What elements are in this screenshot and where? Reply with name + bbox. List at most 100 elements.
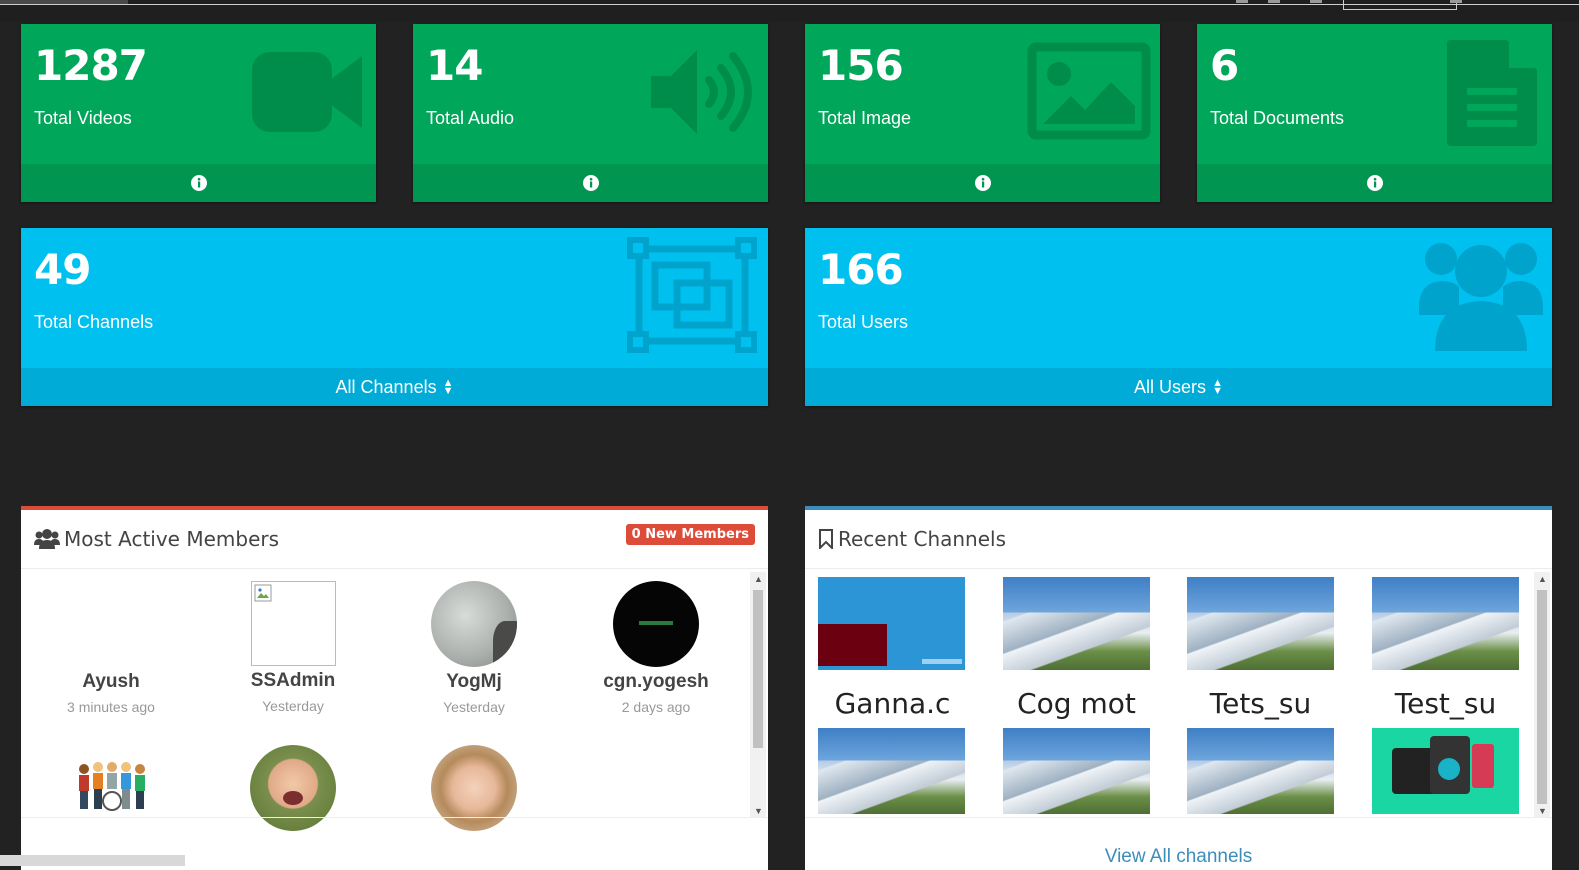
channel-name[interactable]: Cog mot — [989, 687, 1164, 720]
sort-caret-icon: ▲ ▼ — [1212, 377, 1223, 397]
users-label: Total Users — [818, 312, 909, 332]
broken-image-avatar — [250, 581, 336, 666]
member-card[interactable]: SSAdmin Yesterday — [213, 581, 373, 714]
member-name[interactable]: SSAdmin — [213, 670, 373, 692]
stat-card-channels: 49 Total Channels All Channels ▲ ▼ — [21, 228, 768, 406]
members-scrollbar[interactable]: ▲ ▼ — [750, 572, 766, 818]
avatar — [68, 581, 154, 667]
channels-panel-title: Recent Channels — [838, 527, 1007, 551]
panel-divider — [805, 817, 1552, 818]
images-count: 156 — [818, 41, 904, 90]
avatar — [431, 745, 517, 831]
stat-card-documents: 6 Total Documents — [1197, 24, 1552, 202]
stat-card-users: 166 Total Users All Users ▲ ▼ — [805, 228, 1552, 406]
documents-count: 6 — [1210, 41, 1239, 90]
channel-thumbnail[interactable] — [1187, 728, 1334, 814]
documents-label: Total Documents — [1210, 108, 1345, 128]
member-last-active: Yesterday — [262, 698, 324, 714]
toolbar-field[interactable] — [1343, 0, 1457, 10]
channel-thumbnail[interactable] — [1187, 577, 1334, 670]
member-card[interactable]: Ayush 3 minutes ago — [31, 581, 191, 715]
channels-scrollbar[interactable]: ▲ ▼ — [1534, 572, 1550, 818]
channel-name[interactable]: Test_su — [1358, 687, 1533, 720]
panel-divider — [21, 817, 768, 818]
all-users-link[interactable]: All Users ▲ ▼ — [805, 368, 1552, 406]
member-name[interactable]: YogMj — [394, 671, 554, 693]
members-panel: Most Active Members 0 New Members Ayush … — [21, 506, 768, 870]
audio-info-footer[interactable] — [413, 164, 768, 202]
avatar — [250, 745, 336, 831]
bookmark-icon — [819, 529, 833, 549]
sort-caret-icon: ▲ ▼ — [442, 377, 454, 397]
member-last-active: 3 minutes ago — [67, 699, 155, 715]
videos-info-footer[interactable] — [21, 164, 376, 202]
audio-label: Total Audio — [426, 108, 515, 128]
stat-card-audio: 14 Total Audio — [413, 24, 768, 202]
top-bar — [0, 0, 1579, 22]
videos-count: 1287 — [34, 41, 148, 90]
channels-label: Total Channels — [34, 312, 154, 332]
documents-info-footer[interactable] — [1197, 164, 1552, 202]
all-channels-label: All Channels — [335, 376, 437, 397]
horizontal-scroll-thumb[interactable] — [0, 855, 185, 866]
channel-thumbnail[interactable] — [1372, 577, 1519, 670]
member-card[interactable] — [213, 745, 373, 831]
all-channels-link[interactable]: All Channels ▲ ▼ — [21, 368, 768, 406]
member-card[interactable]: YogMj Yesterday — [394, 581, 554, 715]
videos-label: Total Videos — [34, 108, 132, 128]
toolbar-icon[interactable] — [1450, 0, 1462, 3]
users-icon — [1419, 243, 1543, 351]
channel-thumbnail[interactable] — [818, 728, 965, 814]
toolbar-icon[interactable] — [1268, 0, 1280, 3]
info-circle-icon — [582, 175, 599, 191]
volume-up-icon — [651, 50, 752, 134]
channel-name[interactable]: Tets_su — [1173, 687, 1348, 720]
toolbar-icon[interactable] — [1310, 0, 1322, 3]
scroll-up-icon[interactable]: ▲ — [754, 574, 763, 584]
member-card[interactable] — [31, 745, 191, 836]
channels-count: 49 — [34, 245, 91, 294]
images-info-footer[interactable] — [805, 164, 1160, 202]
channels-panel: Recent Channels Ganna.c Cog mot Tets_su … — [805, 506, 1552, 870]
scroll-down-icon[interactable]: ▼ — [754, 806, 763, 816]
object-group-icon — [627, 237, 757, 353]
stat-card-videos: 1287 Total Videos — [21, 24, 376, 202]
members-panel-title: Most Active Members — [64, 527, 280, 551]
channels-panel-header: Recent Channels — [805, 510, 1552, 569]
scroll-down-icon[interactable]: ▼ — [1538, 806, 1547, 816]
avatar — [613, 581, 699, 667]
users-count: 166 — [818, 245, 904, 294]
channel-thumbnail[interactable] — [1372, 728, 1519, 814]
stat-card-images: 156 Total Image — [805, 24, 1160, 202]
member-card[interactable]: cgn.yogesh 2 days ago — [576, 581, 736, 715]
channel-thumbnail[interactable] — [1003, 577, 1150, 670]
channel-thumbnail[interactable] — [1003, 728, 1150, 814]
info-circle-icon — [190, 175, 207, 191]
member-name[interactable]: cgn.yogesh — [576, 671, 736, 693]
view-all-channels-link[interactable]: View All channels — [805, 846, 1552, 868]
images-label: Total Image — [818, 108, 912, 128]
channel-name[interactable]: Ganna.c — [805, 687, 980, 720]
new-members-badge: 0 New Members — [625, 524, 755, 545]
avatar — [79, 762, 145, 811]
member-last-active: 2 days ago — [621, 699, 691, 715]
scroll-thumb[interactable] — [1537, 590, 1547, 804]
broken-image-icon — [254, 584, 271, 602]
channel-thumbnail[interactable] — [818, 577, 965, 670]
video-camera-icon — [252, 52, 362, 132]
member-card[interactable] — [394, 745, 554, 831]
avatar — [431, 581, 517, 667]
audio-count: 14 — [426, 41, 483, 90]
members-panel-header: Most Active Members 0 New Members — [21, 510, 768, 569]
info-circle-icon — [1366, 175, 1383, 191]
info-circle-icon — [974, 175, 991, 191]
image-icon — [1027, 42, 1151, 140]
member-name[interactable]: Ayush — [31, 671, 191, 693]
scroll-thumb[interactable] — [753, 590, 763, 748]
users-icon — [34, 529, 60, 549]
scroll-up-icon[interactable]: ▲ — [1538, 574, 1547, 584]
file-text-icon — [1447, 40, 1537, 146]
member-last-active: Yesterday — [443, 699, 505, 715]
all-users-label: All Users — [1134, 376, 1207, 397]
toolbar-icon[interactable] — [1236, 0, 1248, 3]
